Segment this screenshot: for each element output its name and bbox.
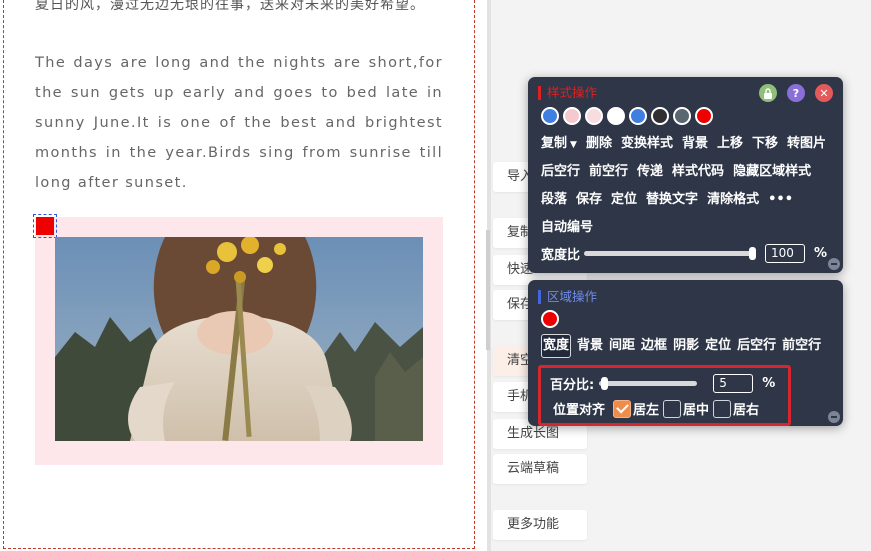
english-paragraph[interactable]: The days are long and the nights are sho… <box>35 48 443 198</box>
help-icon[interactable]: ? <box>787 84 805 102</box>
tab-blank-before[interactable]: 前空行 <box>782 337 821 355</box>
color-swatch[interactable] <box>673 107 691 125</box>
photo-girl-holding-flowers <box>55 237 423 441</box>
blank-line-after-action[interactable]: 后空行 <box>541 163 580 181</box>
style-panel-title: 样式操作 <box>538 86 597 100</box>
more-features-button[interactable]: 更多功能 <box>493 510 587 540</box>
width-ratio-input[interactable]: 100 <box>765 244 806 263</box>
chevron-down-icon: ▼ <box>570 140 577 150</box>
tab-spacing[interactable]: 间距 <box>609 337 635 355</box>
copy-action[interactable]: 复制 ▼ <box>541 135 577 154</box>
width-ratio-unit: % <box>814 246 828 261</box>
region-selection-handle[interactable] <box>33 214 57 238</box>
color-swatch[interactable] <box>651 107 669 125</box>
width-ratio-slider-thumb[interactable] <box>749 247 757 260</box>
align-label: 位置对齐 <box>553 403 606 418</box>
editor-photo[interactable] <box>55 237 423 441</box>
style-action-row-2: 后空行 前空行 传递 样式代码 隐藏区域样式 <box>541 163 811 181</box>
region-swatches <box>541 310 559 328</box>
width-ratio-slider[interactable] <box>584 247 757 260</box>
align-center-label[interactable]: 居中 <box>683 399 709 418</box>
percent-label: 百分比: <box>550 378 595 393</box>
background-action[interactable]: 背景 <box>682 135 708 154</box>
color-swatch[interactable] <box>541 310 559 328</box>
tab-border[interactable]: 边框 <box>641 337 667 355</box>
width-ratio-row: 宽度比 100 % <box>541 244 827 263</box>
cloud-draft-button[interactable]: 云端草稿 <box>493 454 587 484</box>
close-icon[interactable]: ✕ <box>815 84 833 102</box>
color-swatch[interactable] <box>629 107 647 125</box>
tab-width[interactable]: 宽度 <box>541 334 572 358</box>
tab-shadow[interactable]: 阴影 <box>673 337 699 355</box>
delete-action[interactable]: 删除 <box>586 135 612 154</box>
clear-format-action[interactable]: 清除格式 <box>707 191 759 209</box>
color-swatch[interactable] <box>585 107 603 125</box>
tab-background[interactable]: 背景 <box>577 337 603 355</box>
align-center-checkbox[interactable] <box>663 399 682 418</box>
percent-unit: % <box>762 376 776 391</box>
more-icon[interactable]: ••• <box>768 191 793 209</box>
percent-slider[interactable] <box>599 377 698 390</box>
chinese-text-line: 夏日的风，漫过无边无垠的往事，送来对未来的美好希望。 <box>35 0 425 13</box>
align-left-label[interactable]: 居左 <box>633 399 659 418</box>
paragraph-action[interactable]: 段落 <box>541 191 567 209</box>
region-panel-title: 区域操作 <box>538 290 597 304</box>
region-operations-panel: 区域操作 宽度 背景 间距 边框 阴影 定位 后空行 前空行 百分比: 5 % … <box>528 280 843 426</box>
move-down-action[interactable]: 下移 <box>752 135 778 154</box>
align-left-checkbox[interactable] <box>613 399 632 418</box>
percent-input[interactable]: 5 <box>713 374 754 393</box>
collapse-icon[interactable] <box>828 258 840 270</box>
color-swatch[interactable] <box>607 107 625 125</box>
align-right-label[interactable]: 居右 <box>733 399 759 418</box>
lock-icon[interactable] <box>759 84 777 102</box>
style-action-row-4: 自动编号 <box>541 219 593 237</box>
style-action-row-1: 复制 ▼ 删除 变换样式 背景 上移 下移 转图片 <box>541 135 826 154</box>
align-row: 位置对齐 居左 居中 居右 <box>553 399 759 418</box>
region-tab-row: 宽度 背景 间距 边框 阴影 定位 后空行 前空行 <box>541 334 821 358</box>
position-action[interactable]: 定位 <box>611 191 637 209</box>
replace-text-action[interactable]: 替换文字 <box>646 191 698 209</box>
editor-scrollbar[interactable] <box>486 230 490 350</box>
transform-style-action[interactable]: 变换样式 <box>621 135 673 154</box>
editor-canvas[interactable]: 夏日的风，漫过无边无垠的往事，送来对未来的美好希望。 The days are … <box>0 0 487 551</box>
blank-line-before-action[interactable]: 前空行 <box>589 163 628 181</box>
color-swatches <box>541 107 713 125</box>
color-swatch[interactable] <box>695 107 713 125</box>
auto-numbering-action[interactable]: 自动编号 <box>541 219 593 237</box>
to-image-action[interactable]: 转图片 <box>787 135 826 154</box>
save-style-action[interactable]: 保存 <box>576 191 602 209</box>
tab-position[interactable]: 定位 <box>705 337 731 355</box>
tab-blank-after[interactable]: 后空行 <box>737 337 776 355</box>
panel-top-icons: ? ✕ <box>759 84 833 102</box>
align-right-checkbox[interactable] <box>713 399 732 418</box>
color-swatch[interactable] <box>563 107 581 125</box>
width-ratio-label: 宽度比 <box>541 248 581 263</box>
pass-action[interactable]: 传递 <box>637 163 663 181</box>
percent-slider-thumb[interactable] <box>601 377 609 390</box>
style-operations-panel: 样式操作 ? ✕ 复制 ▼ 删除 变换样式 背景 上移 下移 转图片 后空行 前空… <box>528 77 843 273</box>
percent-row: 百分比: 5 % <box>550 374 775 393</box>
style-code-action[interactable]: 样式代码 <box>672 163 724 181</box>
color-swatch[interactable] <box>541 107 559 125</box>
style-action-row-3: 段落 保存 定位 替换文字 清除格式 ••• <box>541 191 793 209</box>
collapse-icon[interactable] <box>828 411 840 423</box>
move-up-action[interactable]: 上移 <box>717 135 743 154</box>
hide-region-style-action[interactable]: 隐藏区域样式 <box>733 163 811 181</box>
